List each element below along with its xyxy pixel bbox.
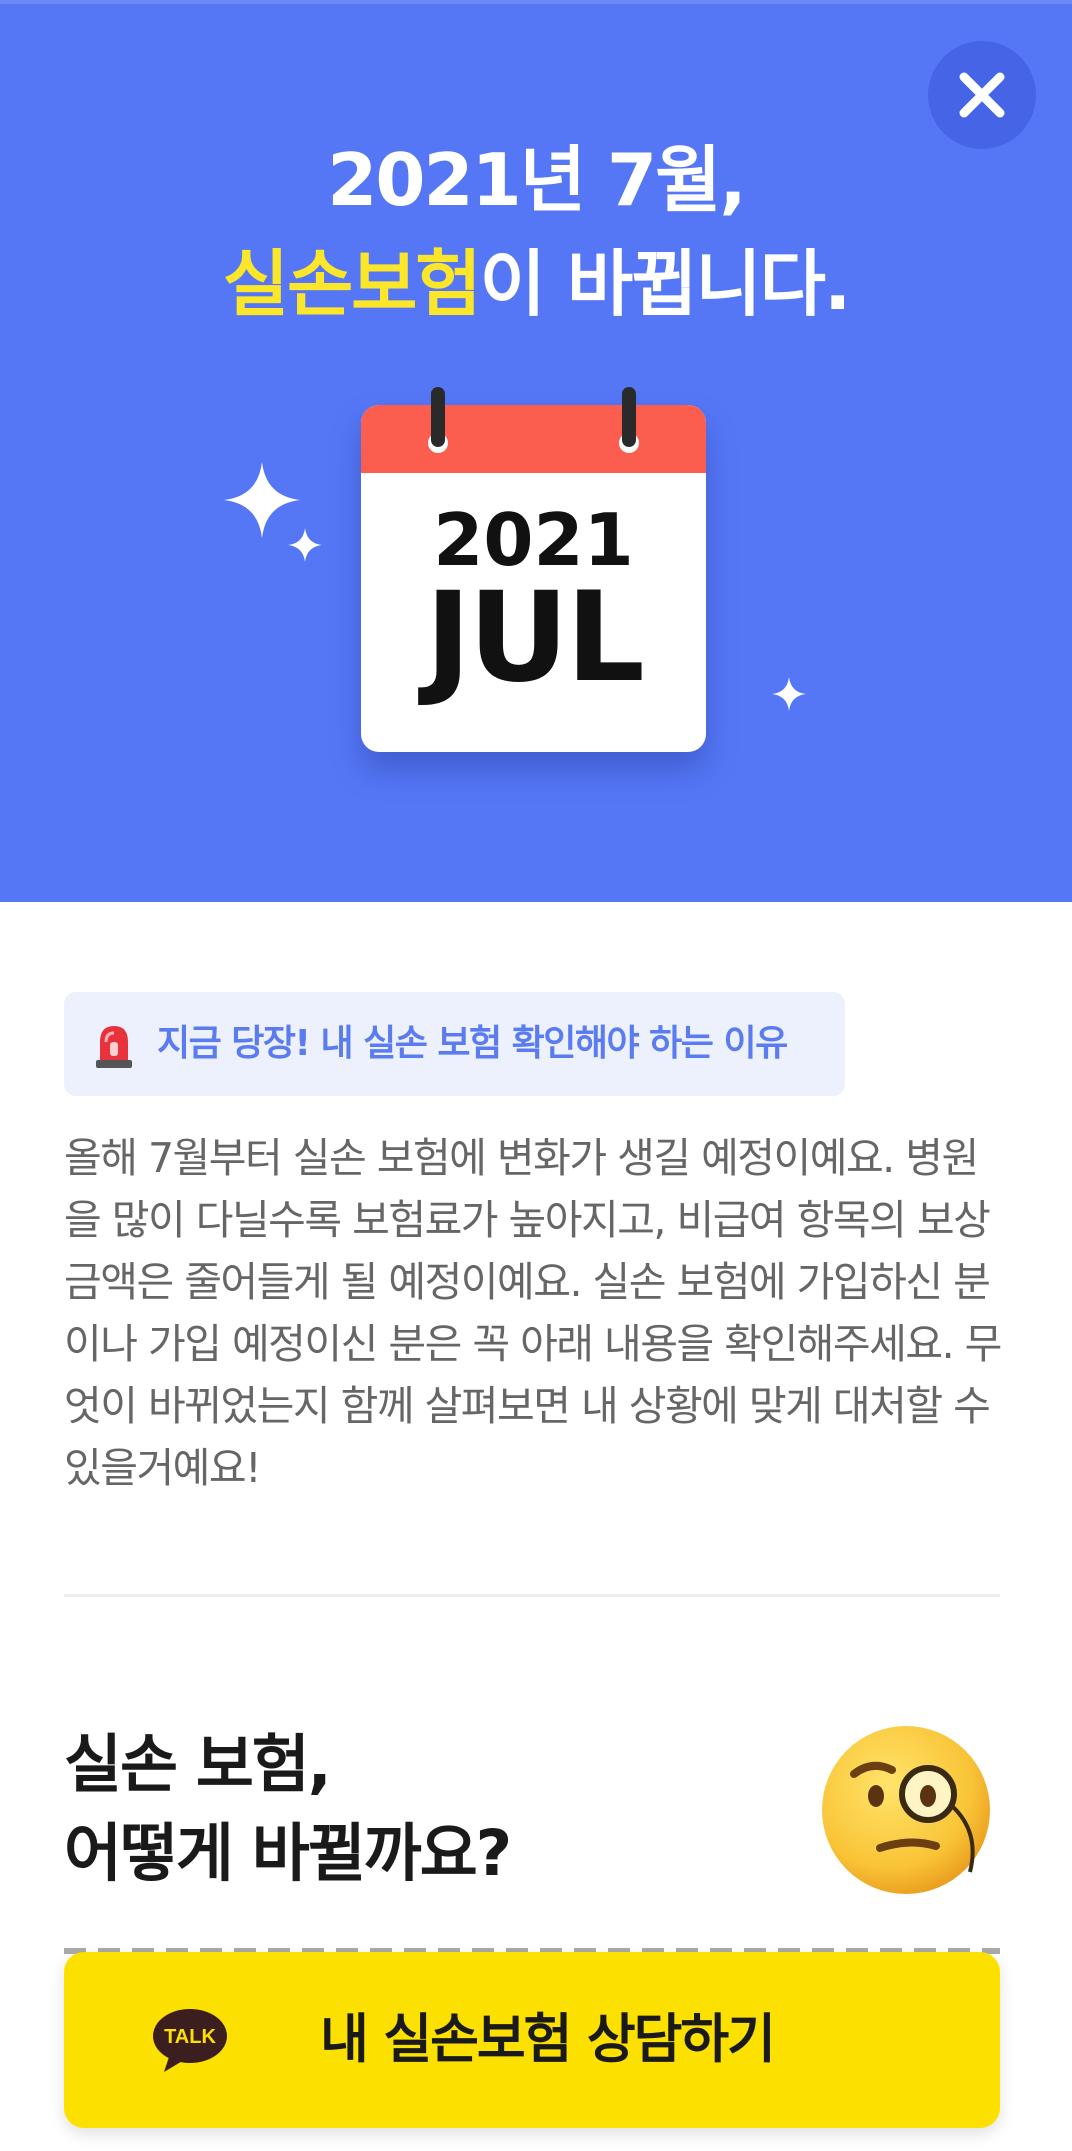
siren-icon bbox=[96, 1026, 132, 1068]
face-with-monocle-icon bbox=[822, 1726, 990, 1894]
calendar-ring bbox=[431, 387, 445, 447]
section-divider bbox=[64, 1594, 1000, 1597]
hero-title-line2: 실손보험이 바뀝니다. bbox=[0, 232, 1072, 336]
banner-text: 지금 당장! 내 실손 보험 확인해야 하는 이유 bbox=[157, 1023, 788, 1064]
calendar-header bbox=[361, 405, 706, 473]
reason-banner: 지금 당장! 내 실손 보험 확인해야 하는 이유 bbox=[64, 992, 845, 1096]
section-title: 실손 보험, 어떻게 바뀔까요? bbox=[64, 1720, 784, 1898]
calendar-month: JUL bbox=[425, 566, 645, 710]
hero-title-highlight: 실손보험 bbox=[222, 242, 482, 326]
section-title-line2: 어떻게 바뀔까요? bbox=[64, 1817, 512, 1890]
sparkle-icon bbox=[772, 677, 806, 711]
hero-top-line bbox=[0, 0, 1072, 4]
hero-title-line1: 2021년 7월, bbox=[327, 138, 746, 222]
consult-button[interactable]: TALK 내 실손보험 상담하기 bbox=[64, 1952, 1000, 2128]
calendar-icon: 2021 JUL bbox=[361, 387, 706, 752]
consult-button-label: 내 실손보험 상담하기 bbox=[320, 2009, 776, 2070]
description-text: 올해 7월부터 실손 보험에 변화가 생길 예정이예요. 병원을 많이 다닐수록… bbox=[64, 1134, 1002, 1492]
section-title-line1: 실손 보험, bbox=[64, 1728, 332, 1801]
hero-title-rest: 이 바뀝니다. bbox=[479, 242, 852, 326]
calendar-ring bbox=[622, 387, 636, 447]
sparkle-icon bbox=[288, 528, 322, 562]
hero-title: 2021년 7월, 실손보험이 바뀝니다. bbox=[0, 128, 1072, 336]
sparkle-icon bbox=[224, 462, 300, 538]
hero-section: 2021년 7월, 실손보험이 바뀝니다. 2021 JUL bbox=[0, 0, 1072, 902]
close-icon bbox=[959, 72, 1005, 118]
